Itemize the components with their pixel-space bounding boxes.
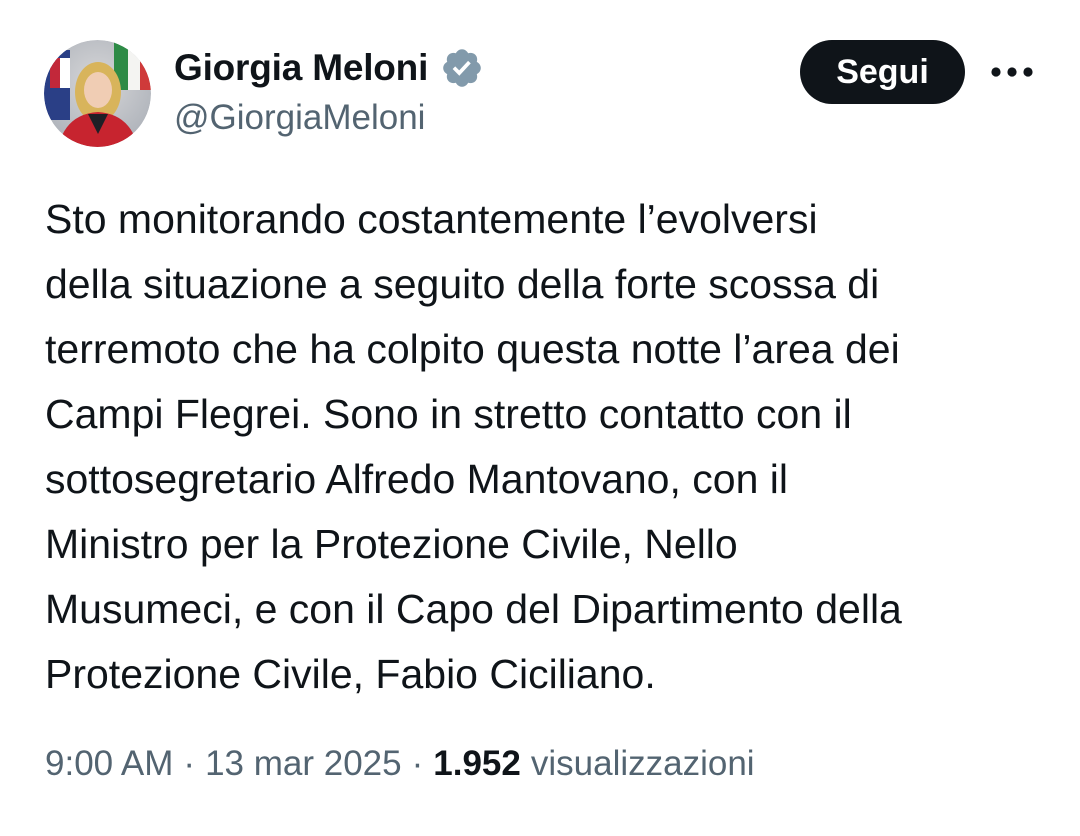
tweet-text-line: sottosegretario Alfredo Mantovano, con i… (45, 456, 788, 502)
tweet-text-line: Protezione Civile, Fabio Ciciliano. (45, 651, 656, 697)
tweet-text-line: Ministro per la Protezione Civile, Nello (45, 521, 738, 567)
profile-photo (44, 40, 151, 147)
author-name[interactable]: Giorgia Meloni (174, 47, 428, 89)
verified-badge-icon[interactable] (440, 46, 484, 90)
tweet-text-line: Sto monitorando costantemente l’evolvers… (45, 196, 818, 242)
tweet-text-line: Campi Flegrei. Sono in stretto contatto … (45, 391, 852, 437)
more-options-button[interactable] (986, 48, 1038, 96)
tweet-time[interactable]: 9:00 AM (45, 744, 173, 784)
follow-button[interactable]: Segui (800, 40, 965, 104)
views-label: visualizzazioni (530, 744, 755, 783)
meta-separator: · (183, 744, 196, 783)
tweet-meta: 9:00 AM · 13 mar 2025 · 1.952 visualizza… (45, 744, 755, 784)
tweet-text-line: della situazione a seguito della forte s… (45, 261, 880, 307)
tweet-date[interactable]: 13 mar 2025 (205, 744, 402, 784)
tweet-text-line: Musumeci, e con il Capo del Dipartimento… (45, 586, 902, 632)
author-name-row[interactable]: Giorgia Meloni (174, 44, 484, 92)
author-avatar[interactable] (44, 40, 151, 147)
views-count: 1.952 (433, 744, 521, 783)
tweet-text: Sto monitorando costantemente l’evolvers… (45, 187, 1055, 707)
more-horizontal-icon (991, 67, 1033, 77)
author-handle[interactable]: @GiorgiaMeloni (174, 98, 425, 138)
tweet-text-line: terremoto che ha colpito questa notte l’… (45, 326, 900, 372)
meta-separator: · (411, 744, 424, 783)
